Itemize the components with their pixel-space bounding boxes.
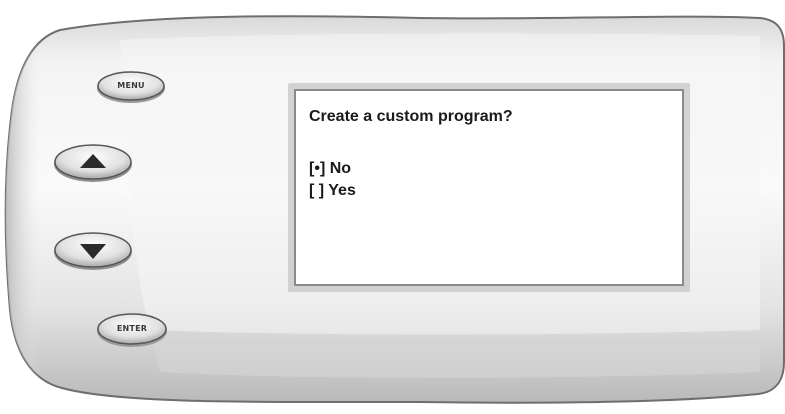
enter-button[interactable]: ENTER [95, 312, 169, 348]
option-yes[interactable]: [ ] Yes [309, 182, 356, 200]
device-window: Create a custom program? [•] No [ ] Yes … [0, 0, 785, 414]
lcd-screen: Create a custom program? [•] No [ ] Yes [294, 89, 684, 286]
down-button[interactable] [52, 228, 134, 272]
option-no-label: No [329, 160, 352, 177]
option-no[interactable]: [•] No [309, 160, 351, 178]
option-no-marker: • [314, 160, 320, 177]
option-yes-label: Yes [328, 182, 356, 199]
menu-button[interactable]: MENU [95, 70, 167, 104]
screen-title: Create a custom program? [309, 108, 513, 125]
up-button[interactable] [52, 140, 134, 184]
